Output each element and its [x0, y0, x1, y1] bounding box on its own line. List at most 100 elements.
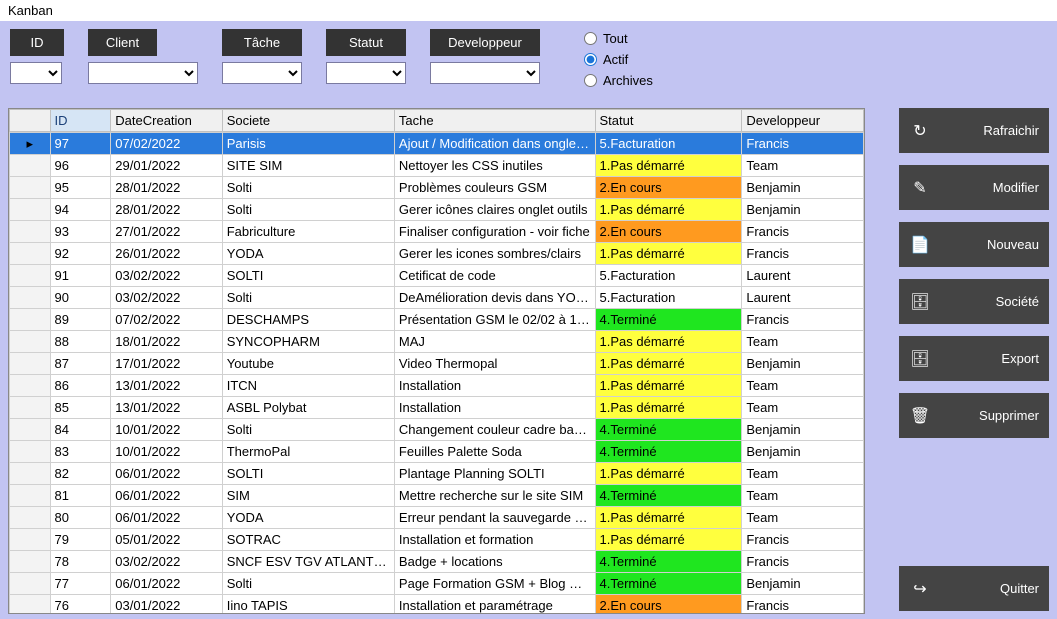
cell-id: 86 [50, 375, 111, 397]
cell-id: 85 [50, 397, 111, 419]
cell-date: 03/02/2022 [111, 265, 222, 287]
filter-statut-button[interactable]: Statut [326, 29, 406, 56]
table-row[interactable]: 8717/01/2022YoutubeVideo Thermopal1.Pas … [10, 353, 864, 375]
table-row[interactable]: 8818/01/2022SYNCOPHARMMAJ1.Pas démarréTe… [10, 331, 864, 353]
company-button[interactable]: 🗄Société [899, 279, 1049, 324]
col-header-tache[interactable]: Tache [394, 110, 595, 132]
cell-societe: Solti [222, 573, 394, 595]
cell-date: 05/01/2022 [111, 529, 222, 551]
cell-dev: Francis [742, 529, 864, 551]
cell-societe: SOTRAC [222, 529, 394, 551]
status-filter-archives[interactable]: Archives [584, 73, 653, 88]
cell-date: 18/01/2022 [111, 331, 222, 353]
table-row[interactable]: 9003/02/2022SoltiDeAmélioration devis da… [10, 287, 864, 309]
table-row[interactable]: ▸9707/02/2022ParisisAjout / Modification… [10, 133, 864, 155]
cell-id: 82 [50, 463, 111, 485]
cell-societe: SIM [222, 485, 394, 507]
filter-dev-select[interactable] [430, 62, 540, 84]
table-row[interactable]: 9629/01/2022SITE SIMNettoyer les CSS inu… [10, 155, 864, 177]
cell-date: 06/01/2022 [111, 507, 222, 529]
cell-date: 06/01/2022 [111, 573, 222, 595]
table-row[interactable]: 8907/02/2022DESCHAMPSPrésentation GSM le… [10, 309, 864, 331]
col-header-societe[interactable]: Societe [222, 110, 394, 132]
quit-button[interactable]: ↪ Quitter [899, 566, 1049, 611]
col-header-date[interactable]: DateCreation [111, 110, 222, 132]
cell-tache: Page Formation GSM + Blog SIM [394, 573, 595, 595]
cell-societe: Fabriculture [222, 221, 394, 243]
cell-id: 94 [50, 199, 111, 221]
cell-tache: Nettoyer les CSS inutiles [394, 155, 595, 177]
cell-id: 84 [50, 419, 111, 441]
cell-id: 93 [50, 221, 111, 243]
filter-dev-button[interactable]: Developpeur [430, 29, 540, 56]
cell-tache: Gerer icônes claires onglet outils [394, 199, 595, 221]
refresh-button[interactable]: ↻Rafraichir [899, 108, 1049, 153]
table-row[interactable]: 9226/01/2022YODAGerer les icones sombres… [10, 243, 864, 265]
table-row[interactable]: 8310/01/2022ThermoPalFeuilles Palette So… [10, 441, 864, 463]
cell-dev: Team [742, 155, 864, 177]
cell-tache: MAJ [394, 331, 595, 353]
cell-statut: 4.Terminé [595, 419, 742, 441]
table-row[interactable]: 7706/01/2022SoltiPage Formation GSM + Bl… [10, 573, 864, 595]
cell-tache: Changement couleur cadre basculemen... [394, 419, 595, 441]
cell-dev: Francis [742, 551, 864, 573]
row-marker [10, 155, 51, 177]
filter-bar: ID Client Tâche Statut Developpeur Tout … [0, 21, 1057, 88]
filter-tache-select[interactable] [222, 62, 302, 84]
filter-client-button[interactable]: Client [88, 29, 157, 56]
filter-id-select[interactable] [10, 62, 62, 84]
cell-tache: Badge + locations [394, 551, 595, 573]
col-header-statut[interactable]: Statut [595, 110, 742, 132]
row-marker [10, 221, 51, 243]
filter-statut-select[interactable] [326, 62, 406, 84]
cell-date: 07/02/2022 [111, 309, 222, 331]
row-marker [10, 243, 51, 265]
export-button[interactable]: 🗄Export [899, 336, 1049, 381]
filter-client-select[interactable] [88, 62, 198, 84]
row-marker [10, 353, 51, 375]
cell-statut: 4.Terminé [595, 551, 742, 573]
row-marker [10, 309, 51, 331]
table-row[interactable]: 8410/01/2022SoltiChangement couleur cadr… [10, 419, 864, 441]
cell-statut: 2.En cours [595, 595, 742, 614]
col-header-dev[interactable]: Developpeur [742, 110, 864, 132]
table-row[interactable]: 8513/01/2022ASBL PolybatInstallation1.Pa… [10, 397, 864, 419]
col-header-id[interactable]: ID [50, 110, 111, 132]
row-marker [10, 573, 51, 595]
cell-id: 76 [50, 595, 111, 614]
cell-dev: Team [742, 485, 864, 507]
cell-dev: Francis [742, 243, 864, 265]
cell-societe: Parisis [222, 133, 394, 155]
table-row[interactable]: 7803/02/2022SNCF ESV TGV ATLANTIQUEBadge… [10, 551, 864, 573]
col-header-marker[interactable] [10, 110, 51, 132]
delete-button[interactable]: 🗑Supprimer [899, 393, 1049, 438]
company-icon: 🗄 [909, 292, 931, 312]
table-row[interactable]: 8613/01/2022ITCNInstallation1.Pas démarr… [10, 375, 864, 397]
cell-dev: Laurent [742, 287, 864, 309]
table-row[interactable]: 8106/01/2022SIMMettre recherche sur le s… [10, 485, 864, 507]
table-row[interactable]: 8006/01/2022YODAErreur pendant la sauveg… [10, 507, 864, 529]
table-row[interactable]: 8206/01/2022SOLTIPlantage Planning SOLTI… [10, 463, 864, 485]
cell-id: 89 [50, 309, 111, 331]
cell-date: 06/01/2022 [111, 485, 222, 507]
table-row[interactable]: 9103/02/2022SOLTICetificat de code5.Fact… [10, 265, 864, 287]
cell-tache: Installation et formation [394, 529, 595, 551]
new-button[interactable]: 📄Nouveau [899, 222, 1049, 267]
table-row[interactable]: 9327/01/2022FabricultureFinaliser config… [10, 221, 864, 243]
table-body-scroll[interactable]: ▸9707/02/2022ParisisAjout / Modification… [9, 132, 864, 613]
table-row[interactable]: 7603/01/2022Iino TAPISInstallation et pa… [10, 595, 864, 614]
cell-tache: Installation et paramétrage [394, 595, 595, 614]
status-filter-actif[interactable]: Actif [584, 52, 653, 67]
filter-tache-button[interactable]: Tâche [222, 29, 302, 56]
table-row[interactable]: 9428/01/2022SoltiGerer icônes claires on… [10, 199, 864, 221]
filter-id-button[interactable]: ID [10, 29, 64, 56]
cell-dev: Benjamin [742, 419, 864, 441]
table-row[interactable]: 7905/01/2022SOTRACInstallation et format… [10, 529, 864, 551]
cell-id: 83 [50, 441, 111, 463]
table-row[interactable]: 9528/01/2022SoltiProblèmes couleurs GSM2… [10, 177, 864, 199]
cell-id: 97 [50, 133, 111, 155]
cell-statut: 1.Pas démarré [595, 353, 742, 375]
edit-button[interactable]: ✎Modifier [899, 165, 1049, 210]
status-filter-tout[interactable]: Tout [584, 31, 653, 46]
cell-societe: SYNCOPHARM [222, 331, 394, 353]
